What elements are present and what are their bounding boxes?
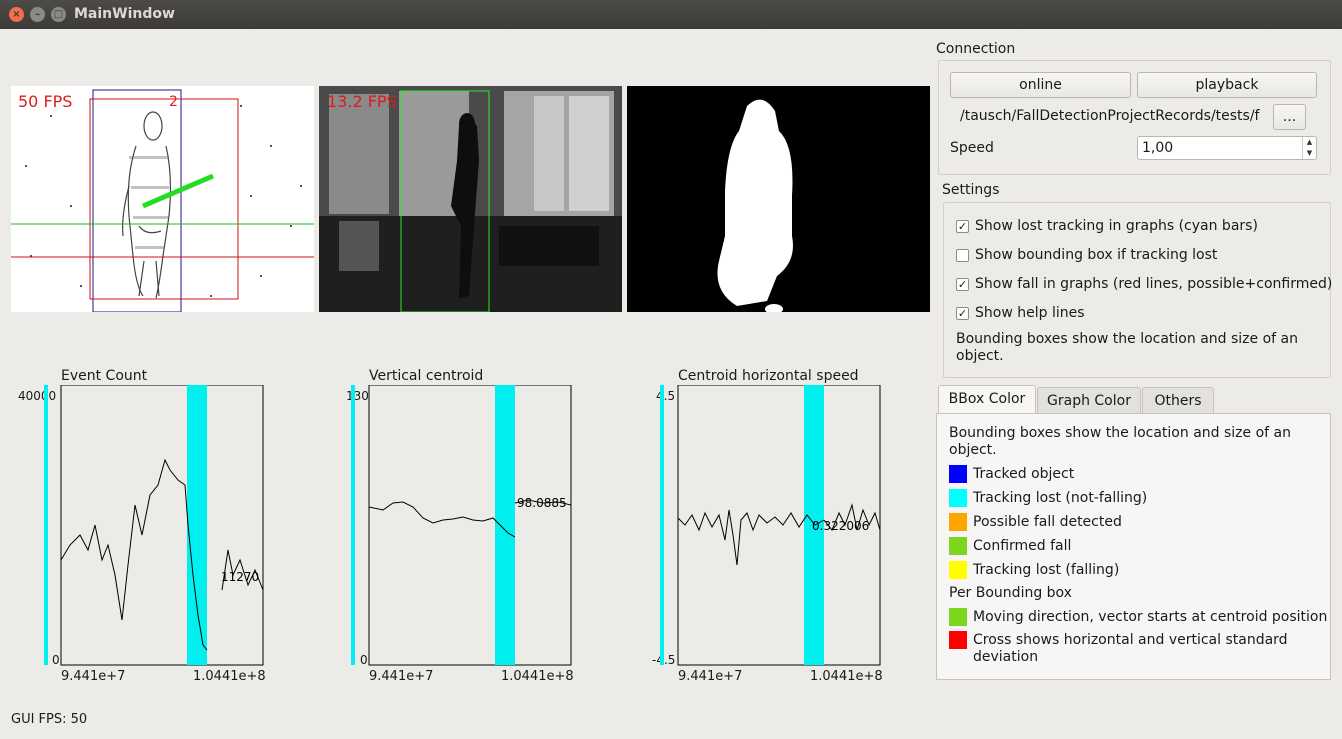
legend-cross-line1: Cross shows horizontal and vertical stan… <box>973 632 1288 648</box>
graph-title-horizontal-speed: Centroid horizontal speed <box>678 368 859 384</box>
horizontal-speed-graph: 0.322006 <box>660 385 881 666</box>
settings-note-line1: Bounding boxes show the location and siz… <box>956 331 1298 347</box>
legend-tracking-lost-not-falling: Tracking lost (not-falling) <box>973 490 1148 506</box>
settings-note-line2: object. <box>956 348 1004 364</box>
graph3-xmax: 1.0441e+8 <box>810 669 883 684</box>
camera-view: 13.2 FPS <box>319 86 622 312</box>
graph1-xmax: 1.0441e+8 <box>193 669 266 684</box>
window-title: MainWindow <box>74 6 175 22</box>
legend-confirmed-fall: Confirmed fall <box>973 538 1072 554</box>
color-swatch-tracking-lost-falling[interactable] <box>949 561 967 579</box>
legend-cross-line2: deviation <box>973 649 1039 665</box>
mask-view <box>627 86 930 312</box>
checkbox-icon[interactable]: ✓ <box>956 220 969 233</box>
legend-tracking-lost-falling: Tracking lost (falling) <box>973 562 1120 578</box>
minimize-window-icon[interactable]: – <box>30 7 45 22</box>
color-swatch-tracking-lost[interactable] <box>949 489 967 507</box>
camera-frame-graphic <box>319 86 622 312</box>
playback-button[interactable]: playback <box>1137 72 1317 98</box>
checkbox-icon[interactable]: ✓ <box>956 278 969 291</box>
graph2-xmax: 1.0441e+8 <box>501 669 574 684</box>
graph2-current-value: 98.0885 <box>517 496 567 510</box>
tab-others[interactable]: Others <box>1142 387 1214 414</box>
color-swatch-cross[interactable] <box>949 631 967 649</box>
event-frame-graphic <box>11 89 314 312</box>
graph3-xmin: 9.441e+7 <box>678 669 743 684</box>
event-camera-view: 50 FPS 2 <box>11 86 314 312</box>
color-swatch-confirmed-fall[interactable] <box>949 537 967 555</box>
maximize-window-icon[interactable]: □ <box>51 7 66 22</box>
checkbox-icon[interactable] <box>956 249 969 262</box>
segmentation-mask-graphic <box>717 99 793 312</box>
recording-path-label: /tausch/FallDetectionProjectRecords/test… <box>960 108 1260 124</box>
bbox-intro-line1: Bounding boxes show the location and siz… <box>949 425 1291 441</box>
gui-fps-status: GUI FPS: 50 <box>11 712 88 727</box>
graph-title-vertical-centroid: Vertical centroid <box>369 368 484 384</box>
online-button[interactable]: online <box>950 72 1131 98</box>
legend-possible-fall: Possible fall detected <box>973 514 1122 530</box>
title-bar: × – □ MainWindow <box>0 0 1342 29</box>
per-bbox-title: Per Bounding box <box>949 585 1072 601</box>
color-swatch-possible-fall[interactable] <box>949 513 967 531</box>
speed-spinbox[interactable]: 1,00 ▲ ▼ <box>1137 136 1317 160</box>
tab-bbox-color[interactable]: BBox Color <box>938 385 1036 414</box>
speed-label: Speed <box>950 140 994 156</box>
vertical-centroid-graph: 98.0885 <box>351 385 572 666</box>
close-window-icon[interactable]: × <box>9 7 24 22</box>
graph3-current-value: 0.322006 <box>812 519 869 533</box>
speed-value: 1,00 <box>1142 140 1174 156</box>
spin-arrows-icon[interactable]: ▲ ▼ <box>1302 137 1316 159</box>
graph-title-event-count: Event Count <box>61 368 148 384</box>
color-swatch-tracked[interactable] <box>949 465 967 483</box>
tab-graph-color[interactable]: Graph Color <box>1037 387 1141 414</box>
legend-tracked-object: Tracked object <box>973 466 1075 482</box>
graph1-current-value: 11270 <box>221 570 259 584</box>
graph1-xmin: 9.441e+7 <box>61 669 126 684</box>
track-id-label: 2 <box>169 94 178 110</box>
browse-button[interactable]: ... <box>1273 104 1306 130</box>
graph2-xmin: 9.441e+7 <box>369 669 434 684</box>
settings-title: Settings <box>942 182 1000 198</box>
event-fps-label: 50 FPS <box>18 92 73 111</box>
event-count-graph: 11270 <box>44 385 264 666</box>
legend-moving-direction: Moving direction, vector starts at centr… <box>973 609 1328 625</box>
checkbox-icon[interactable]: ✓ <box>956 307 969 320</box>
color-swatch-direction[interactable] <box>949 608 967 626</box>
connection-title: Connection <box>936 41 1016 57</box>
bbox-intro-line2: object. <box>949 442 997 458</box>
camera-fps-label: 13.2 FPS <box>327 92 397 111</box>
